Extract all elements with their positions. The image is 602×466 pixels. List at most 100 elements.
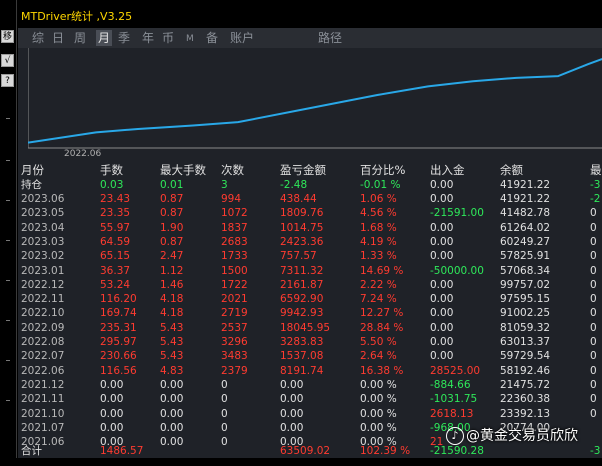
data-cell: 5.50 % bbox=[360, 336, 397, 348]
data-cell: 1809.76 bbox=[280, 207, 324, 220]
data-cell: 0 bbox=[590, 278, 597, 291]
data-cell: 61264.02 bbox=[500, 221, 551, 234]
data-cell: 0.00 bbox=[100, 407, 124, 420]
month-cell: 2023.03 bbox=[21, 235, 65, 248]
axis-tick bbox=[6, 400, 10, 401]
data-cell: 0.00 bbox=[430, 321, 454, 334]
tab-5[interactable]: 年 bbox=[142, 30, 154, 46]
watermark-text: @黄金交易员欣欣 bbox=[466, 428, 578, 444]
data-cell: 0.00 bbox=[430, 278, 454, 291]
move-button[interactable]: 移 bbox=[1, 30, 14, 43]
data-cell: 0.00 bbox=[430, 235, 454, 248]
data-cell: 55.97 bbox=[100, 221, 131, 234]
data-cell: 23392.13 bbox=[500, 407, 551, 420]
holding-cell: 3 bbox=[221, 179, 228, 191]
header-cell: 盈亏金额 bbox=[280, 163, 326, 177]
equity-chart-svg: 2022.06 bbox=[28, 48, 602, 159]
data-cell: 0.00 bbox=[430, 350, 454, 363]
data-cell: 2379 bbox=[221, 364, 248, 377]
table-row: 2023.02 65.15 2.47 1733 757.57 1.33 % 0.00 5782… bbox=[18, 249, 602, 263]
check-button[interactable]: √ bbox=[1, 54, 14, 67]
data-cell: 1500 bbox=[221, 264, 248, 277]
table-row: 2022.10 169.74 4.18 2719 9942.93 12.27 % 0.00 9… bbox=[18, 306, 602, 320]
tab-3[interactable]: 月 bbox=[96, 30, 113, 46]
data-cell: 1.46 bbox=[160, 278, 184, 291]
app-title: MTDriver统计 ,V3.25 bbox=[21, 10, 133, 23]
data-cell: 1733 bbox=[221, 250, 248, 263]
equity-point bbox=[137, 128, 139, 130]
header-cell: 余额 bbox=[500, 163, 523, 177]
help-button[interactable]: ? bbox=[1, 74, 14, 87]
data-cell: 0.00 bbox=[160, 407, 184, 420]
data-cell: 0 bbox=[590, 378, 597, 391]
data-cell: 0.00 % bbox=[360, 378, 397, 391]
data-cell: 0 bbox=[590, 393, 597, 406]
watermark: ♪ @黄金交易员欣欣 bbox=[446, 425, 578, 445]
month-cell: 2022.12 bbox=[21, 278, 65, 291]
data-cell: 91002.25 bbox=[500, 307, 551, 320]
data-cell: 2423.36 bbox=[280, 235, 324, 248]
data-cell: 0 bbox=[590, 293, 597, 306]
data-cell: 4.19 % bbox=[360, 235, 397, 248]
data-cell: 8191.74 bbox=[280, 364, 324, 377]
data-cell: 64.59 bbox=[100, 235, 131, 248]
data-cell: 9942.93 bbox=[280, 307, 324, 320]
data-cell: 0.00 % bbox=[360, 421, 397, 434]
equity-chart: 2022.06 bbox=[28, 48, 602, 160]
equity-point bbox=[515, 77, 517, 79]
tab-1[interactable]: 日 bbox=[52, 30, 64, 46]
tab-8[interactable]: 备 bbox=[206, 30, 218, 46]
data-cell: 0 bbox=[590, 207, 597, 220]
data-cell: 0 bbox=[221, 421, 228, 434]
data-cell: 0 bbox=[590, 221, 597, 234]
data-cell: 994 bbox=[221, 193, 242, 205]
equity-point bbox=[472, 80, 474, 83]
data-cell: 81059.32 bbox=[500, 321, 551, 334]
data-cell: 169.74 bbox=[100, 307, 137, 320]
data-cell: 4.56 % bbox=[360, 207, 397, 220]
data-cell: 0.87 bbox=[160, 235, 184, 248]
data-cell: 5.43 bbox=[160, 350, 184, 363]
data-cell: 0 bbox=[221, 407, 228, 420]
month-cell: 2022.06 bbox=[21, 364, 65, 377]
equity-point bbox=[192, 124, 194, 127]
equity-point bbox=[587, 63, 589, 66]
month-cell: 2021.11 bbox=[21, 393, 65, 406]
data-cell: 1.33 % bbox=[360, 250, 397, 263]
data-cell: 0 bbox=[590, 350, 597, 363]
table-row: 2023.01 36.37 1.12 1500 7311.32 14.69 % -50000… bbox=[18, 264, 602, 278]
axis-tick bbox=[6, 280, 10, 281]
data-cell: 0 bbox=[590, 264, 597, 277]
table-row: 2022.12 53.24 1.46 1722 2161.87 2.22 % 0.00 997… bbox=[18, 278, 602, 292]
total-cell: 1486.57 bbox=[100, 445, 144, 457]
bottom-bar bbox=[0, 458, 602, 466]
table-row: 2023.04 55.97 1.90 1837 1014.75 1.68 % 0.00 612… bbox=[18, 221, 602, 235]
data-cell: 7.24 % bbox=[360, 293, 397, 306]
data-cell: 58192.46 bbox=[500, 364, 551, 377]
data-cell: 0.87 bbox=[160, 193, 184, 205]
tab-7[interactable]: M bbox=[186, 31, 194, 47]
tab-6[interactable]: 币 bbox=[162, 30, 174, 46]
axis-tick bbox=[6, 240, 10, 241]
data-cell: 0.00 bbox=[160, 393, 184, 406]
data-cell: 0 bbox=[590, 235, 597, 248]
data-cell: 63013.37 bbox=[500, 336, 551, 348]
month-cell: 2022.09 bbox=[21, 321, 65, 334]
data-cell: 438.44 bbox=[280, 193, 317, 205]
tab-9[interactable]: 账户 bbox=[230, 30, 254, 46]
data-cell: 57068.34 bbox=[500, 264, 551, 277]
data-cell: 4.83 bbox=[160, 364, 184, 377]
tab-10[interactable]: 路径 bbox=[318, 30, 342, 46]
header-cell: 最大手数 bbox=[160, 163, 206, 177]
tab-2[interactable]: 周 bbox=[74, 30, 86, 46]
data-cell: 2021 bbox=[221, 293, 248, 306]
header-cell: 出入金 bbox=[430, 163, 465, 177]
data-cell: 7311.32 bbox=[280, 264, 324, 277]
equity-point bbox=[427, 85, 429, 88]
data-cell: 23.35 bbox=[100, 207, 131, 220]
data-cell: 230.66 bbox=[100, 350, 137, 363]
tab-0[interactable]: 综 bbox=[32, 30, 44, 46]
data-cell: 53.24 bbox=[100, 278, 131, 291]
month-cell: 2022.08 bbox=[21, 336, 65, 348]
tab-4[interactable]: 季 bbox=[118, 30, 130, 46]
